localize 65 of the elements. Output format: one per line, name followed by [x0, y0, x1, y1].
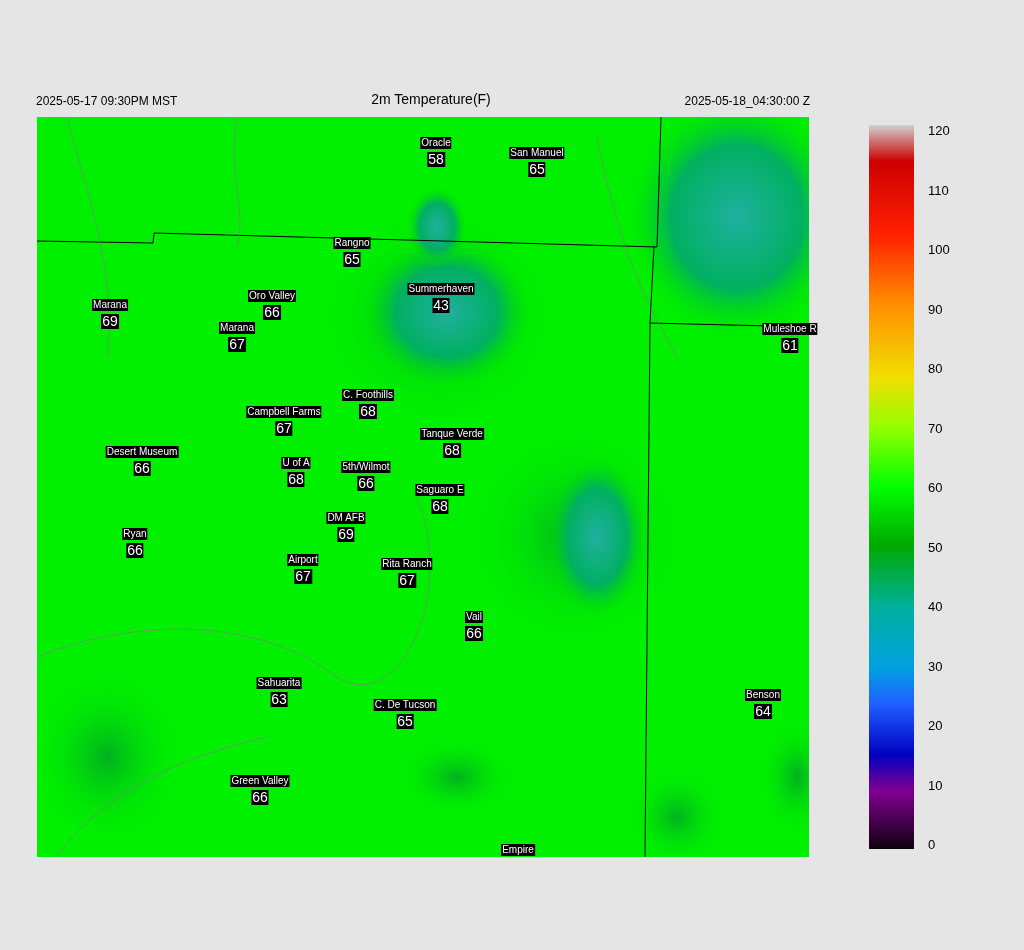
temperature-value: 66: [126, 543, 144, 558]
station-name: C. Foothills: [342, 389, 394, 401]
temperature-value: 69: [337, 527, 355, 542]
temperature-value: 68: [443, 443, 461, 458]
temperature-value: 63: [270, 692, 288, 707]
station-name: 5th/Wilmot: [341, 461, 391, 473]
temperature-value: 66: [465, 626, 483, 641]
valid-time: 2025-05-18_04:30:00 Z: [684, 93, 810, 110]
scale-label: 80: [928, 361, 944, 377]
station-name: Muleshoe R: [762, 323, 818, 335]
station-name: San Manuel: [509, 147, 565, 159]
temperature-value: 68: [287, 472, 305, 487]
scale-label: 70: [928, 420, 944, 437]
scale-label: 40: [928, 599, 944, 615]
scale-label: 120: [928, 123, 950, 139]
station-name: Rita Ranch: [381, 558, 433, 570]
temperature-value: 67: [275, 421, 293, 436]
temperature-value: 64: [754, 704, 772, 719]
temperature-value: 67: [398, 573, 416, 588]
station-name: Summerhaven: [407, 283, 475, 295]
station-name: Oro Valley: [248, 290, 296, 302]
temperature-value: 65: [396, 714, 414, 729]
scale-label: 20: [928, 718, 944, 734]
station-name: Airport: [287, 554, 319, 566]
station-name: Desert Museum: [105, 446, 179, 458]
station-name: Sahuarita: [256, 677, 302, 689]
scale-label: 100: [928, 242, 950, 258]
station-name: Rangno: [333, 237, 371, 249]
station-name: Oracle: [420, 137, 452, 149]
scale-label: 30: [928, 658, 944, 675]
station-name: U of A: [281, 457, 311, 469]
station-name: Green Valley: [230, 775, 290, 787]
temperature-value: 66: [263, 305, 281, 320]
station-name: C. De Tucson: [373, 699, 437, 711]
scale-label: 90: [928, 301, 944, 318]
temperature-value: 66: [357, 476, 375, 491]
chart-title: 2m Temperature(F): [371, 90, 491, 109]
scale-label: 110: [928, 182, 950, 199]
station-name: Campbell Farms: [246, 406, 322, 418]
station-name: Vail: [465, 611, 483, 623]
scale-label: 10: [928, 777, 944, 794]
scale-label: 0: [928, 837, 937, 853]
station-name: Saguaro E: [415, 484, 465, 496]
station-name: Empire: [501, 844, 535, 856]
temperature-value: 58: [427, 152, 445, 167]
temperature-value: 66: [251, 790, 269, 805]
temperature-value: 66: [133, 461, 151, 476]
temperature-value: 68: [431, 499, 449, 514]
station-name: Marana: [219, 322, 255, 334]
station-name: Ryan: [122, 528, 148, 540]
temperature-value: 43: [432, 298, 450, 313]
station-name: Tanque Verde: [420, 428, 484, 440]
station-name: DM AFB: [326, 512, 366, 524]
temperature-value: 65: [528, 162, 546, 177]
temperature-value: 67: [228, 337, 246, 352]
station-name: Benson: [745, 689, 781, 701]
temperature-value: 61: [781, 338, 799, 353]
local-time: 2025-05-17 09:30PM MST: [36, 93, 178, 110]
scale-label: 50: [928, 539, 944, 556]
scale-label: 60: [928, 480, 944, 496]
temperature-value: 67: [294, 569, 312, 584]
station-name: Marana: [92, 299, 128, 311]
temperature-value: 69: [101, 314, 119, 329]
temperature-value: 68: [359, 404, 377, 419]
temperature-value: 65: [343, 252, 361, 267]
